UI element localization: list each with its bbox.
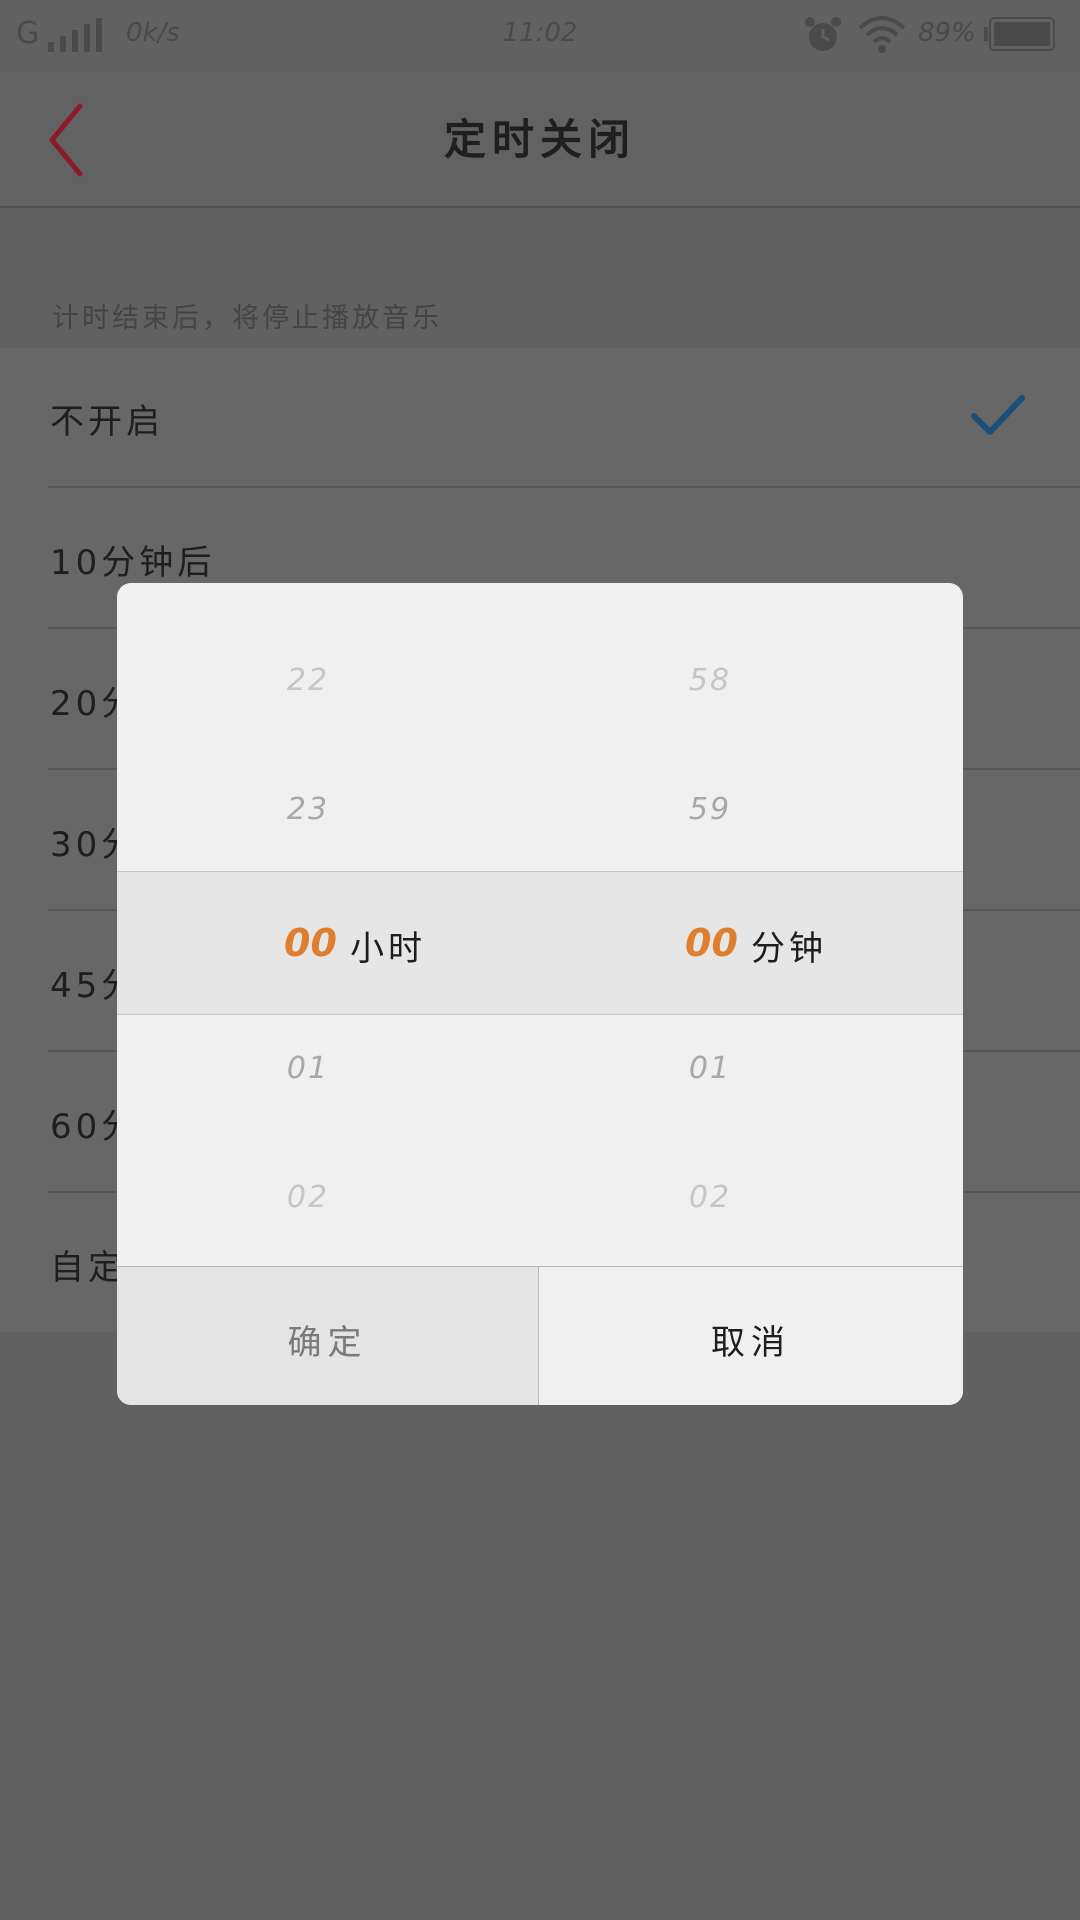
cancel-label: 取消 bbox=[711, 1323, 791, 1363]
page-title: 定时关闭 bbox=[443, 115, 636, 164]
hours-option[interactable]: 23 bbox=[248, 792, 368, 827]
selection-band bbox=[117, 871, 963, 1015]
confirm-label: 确定 bbox=[287, 1323, 368, 1363]
time-picker-dialog: 22 23 00 小时 01 02 58 59 00 分钟 01 02 确定 取… bbox=[117, 583, 963, 1405]
minutes-option[interactable]: 01 bbox=[650, 1051, 770, 1086]
wifi-icon bbox=[858, 16, 906, 53]
dialog-button-bar: 确定 取消 bbox=[117, 1266, 963, 1405]
minutes-option[interactable]: 58 bbox=[650, 663, 770, 698]
battery-icon bbox=[984, 17, 1055, 51]
option-label: 10分钟后 bbox=[50, 543, 216, 583]
hours-option[interactable]: 22 bbox=[248, 663, 368, 698]
checkmark-icon bbox=[971, 395, 1025, 435]
navigation-bar: 定时关闭 bbox=[0, 70, 1080, 208]
option-label: 不开启 bbox=[50, 402, 164, 442]
hours-option[interactable]: 01 bbox=[248, 1051, 368, 1086]
option-off[interactable]: 不开启 bbox=[0, 348, 1080, 488]
hint-text: 计时结束后，将停止播放音乐 bbox=[52, 303, 442, 334]
minutes-unit-label: 分钟 bbox=[751, 929, 827, 969]
minutes-selected-value[interactable]: 00 bbox=[685, 921, 738, 965]
cancel-button[interactable]: 取消 bbox=[539, 1267, 963, 1405]
hours-option[interactable]: 02 bbox=[248, 1180, 368, 1215]
minutes-option[interactable]: 02 bbox=[650, 1180, 770, 1215]
option-label: 自定 bbox=[50, 1248, 126, 1288]
hours-selected-value[interactable]: 00 bbox=[284, 921, 337, 965]
battery-percent: 89% bbox=[918, 18, 976, 48]
status-bar: G 0k/s 11:02 89% bbox=[0, 0, 1080, 70]
alarm-icon bbox=[805, 17, 841, 51]
hours-unit-label: 小时 bbox=[350, 929, 426, 969]
minutes-option[interactable]: 59 bbox=[650, 792, 770, 827]
confirm-button[interactable]: 确定 bbox=[117, 1267, 539, 1405]
divider bbox=[48, 486, 1080, 488]
